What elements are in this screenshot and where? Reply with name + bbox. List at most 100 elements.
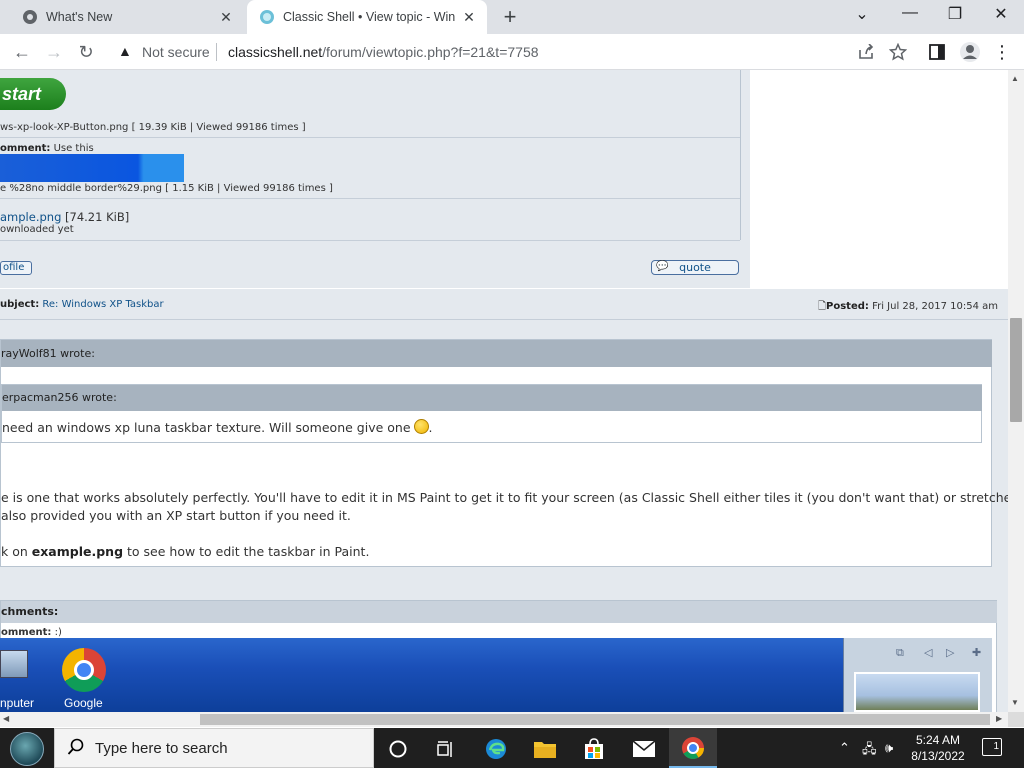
tray-chevron-icon[interactable]: ⌃ <box>839 740 850 756</box>
restore-button[interactable]: ❐ <box>940 4 970 24</box>
quote-block: rayWolf81 wrote: erpacman256 wrote: need… <box>0 339 1008 567</box>
security-label[interactable]: Not secure <box>142 44 210 60</box>
tab-whats-new[interactable]: What's New ✕ <box>8 0 244 34</box>
vertical-scrollbar[interactable]: ▲ ▼ <box>1008 70 1024 712</box>
quote-label: quote <box>679 261 711 274</box>
vertical-scroll-thumb[interactable] <box>1010 318 1022 422</box>
profile-button[interactable]: ofile <box>0 261 32 275</box>
post-icon: 🗋 <box>817 301 827 312</box>
quote-author: erpacman256 wrote: <box>2 385 982 411</box>
edge-icon[interactable] <box>483 736 509 762</box>
network-icon[interactable]: 🖧 <box>862 740 877 762</box>
volume-icon[interactable]: 🕪 <box>885 740 893 756</box>
url-text[interactable]: classicshell.net/forum/viewtopic.php?f=2… <box>228 44 539 60</box>
chrome-taskbar-button[interactable] <box>669 728 717 768</box>
clock[interactable]: 5:24 AM 8/13/2022 <box>906 732 970 764</box>
scrollbar-corner <box>1008 712 1024 727</box>
task-view-icon[interactable] <box>433 736 459 762</box>
scroll-right-icon[interactable]: ▶ <box>996 714 1002 723</box>
tab-title: Classic Shell • View topic - Windows XP … <box>283 10 455 24</box>
menu-kebab-icon[interactable]: ⋮ <box>990 40 1014 64</box>
chrome-favicon-icon <box>23 10 37 24</box>
subject-link[interactable]: Re: Windows XP Taskbar <box>42 299 163 310</box>
computer-icon <box>0 650 28 678</box>
divider <box>0 137 740 138</box>
clock-date: 8/13/2022 <box>911 749 965 763</box>
post-text: e is one that works absolutely perfectly… <box>1 490 1008 505</box>
wink-smiley-icon <box>413 419 429 434</box>
scroll-left-icon[interactable]: ◀ <box>3 714 9 723</box>
attachments-header: chments: <box>1 601 997 623</box>
reload-button[interactable]: ↻ <box>74 40 98 64</box>
divider <box>216 43 217 61</box>
attachment-ref: example.png <box>31 544 124 559</box>
divider <box>0 198 740 199</box>
scroll-up-icon[interactable]: ▲ <box>1011 74 1019 83</box>
attachment-link[interactable]: ample.png <box>0 210 61 224</box>
taskbar-search-box[interactable]: Type here to search <box>54 728 374 768</box>
download-note: ownloaded yet <box>0 224 74 235</box>
attachment-comment: omment: :) <box>1 627 62 638</box>
post-text: k on example.png to see how to edit the … <box>1 544 370 559</box>
post-date: 🗋Posted: Fri Jul 28, 2017 10:54 am <box>817 301 998 312</box>
search-icon <box>67 738 84 755</box>
post-previous: start ws-xp-look-XP-Button.png [ 19.39 K… <box>0 70 750 288</box>
scroll-down-icon[interactable]: ▼ <box>1011 698 1019 707</box>
horizontal-scrollbar[interactable]: ◀ ▶ <box>0 712 1008 727</box>
windows-taskbar: Type here to search ⌃ 🖧 🕪 5:24 AM 8/13/2… <box>0 728 1024 768</box>
copy-icon: ⧉ <box>896 646 904 659</box>
nested-quote-block: erpacman256 wrote: need an windows xp lu… <box>1 384 982 443</box>
address-bar[interactable]: ▲ Not secure classicshell.net/forum/view… <box>108 37 848 67</box>
quote-bubble-icon: 💬 <box>656 261 669 272</box>
bookmark-star-icon[interactable] <box>889 43 907 61</box>
post-subject: ubject: Re: Windows XP Taskbar <box>0 299 164 310</box>
attachment-caption: e %28no middle border%29.png [ 1.15 KiB … <box>0 183 333 194</box>
close-window-button[interactable]: ✕ <box>986 4 1016 24</box>
notification-center-icon[interactable]: 1 <box>982 738 1002 756</box>
attachment-comment: omment: Use this <box>0 143 94 154</box>
desktop-icon-label: Google <box>64 696 103 710</box>
side-panel-icon[interactable] <box>929 44 945 60</box>
prev-icon: ◁ <box>924 646 933 659</box>
clock-time: 5:24 AM <box>915 733 961 747</box>
tab-search-chevron-icon[interactable]: ⌄ <box>847 4 877 24</box>
mail-icon[interactable] <box>631 736 657 762</box>
profile-avatar-icon[interactable] <box>959 41 981 63</box>
next-icon: ▷ <box>946 646 955 659</box>
expand-icon: ✚ <box>972 646 982 659</box>
warning-icon[interactable]: ▲ <box>118 43 132 59</box>
close-tab-icon[interactable]: ✕ <box>218 9 234 25</box>
tab-strip: What's New ✕ Classic Shell • View topic … <box>0 0 1024 34</box>
share-icon[interactable] <box>857 44 875 60</box>
chrome-icon <box>62 648 106 692</box>
image-viewer-panel: ⧉ ◁ ▷ ✚ <box>843 638 992 712</box>
store-icon[interactable] <box>581 736 607 762</box>
forward-button[interactable]: → <box>42 40 66 64</box>
close-tab-icon[interactable]: ✕ <box>461 9 477 25</box>
screen: { "browser": { "tabs": [ {"title": "What… <box>0 0 1024 768</box>
file-explorer-icon[interactable] <box>532 736 558 762</box>
minimize-button[interactable]: — <box>895 4 925 22</box>
chrome-icon <box>682 737 704 759</box>
classic-shell-favicon-icon <box>260 10 274 24</box>
xp-start-button-image: start <box>0 78 66 110</box>
divider <box>0 319 1008 320</box>
attachment-file: ample.png [74.21 KiB] <box>0 210 130 224</box>
browser-toolbar: ← → ↻ ▲ Not secure classicshell.net/foru… <box>0 34 1024 70</box>
new-tab-button[interactable]: + <box>498 4 522 30</box>
xp-desktop-screenshot-image: nputer Google ⧉ ◁ ▷ ✚ <box>0 638 992 712</box>
start-orb-icon[interactable] <box>10 732 44 766</box>
divider <box>740 70 741 240</box>
attachment-caption: ws-xp-look-XP-Button.png [ 19.39 KiB | V… <box>0 122 306 133</box>
post-text: also provided you with an XP start butto… <box>1 508 351 523</box>
horizontal-scroll-thumb[interactable] <box>200 714 990 725</box>
taskbar-texture-image <box>0 154 184 182</box>
back-button[interactable]: ← <box>10 40 34 64</box>
tab-classic-shell[interactable]: Classic Shell • View topic - Windows XP … <box>247 0 487 34</box>
quote-button[interactable]: 💬 quote <box>651 260 739 275</box>
divider <box>0 240 740 241</box>
forum-page: start ws-xp-look-XP-Button.png [ 19.39 K… <box>0 70 1008 712</box>
cortana-icon[interactable] <box>385 736 411 762</box>
tab-title: What's New <box>46 10 113 24</box>
search-placeholder: Type here to search <box>95 740 228 757</box>
